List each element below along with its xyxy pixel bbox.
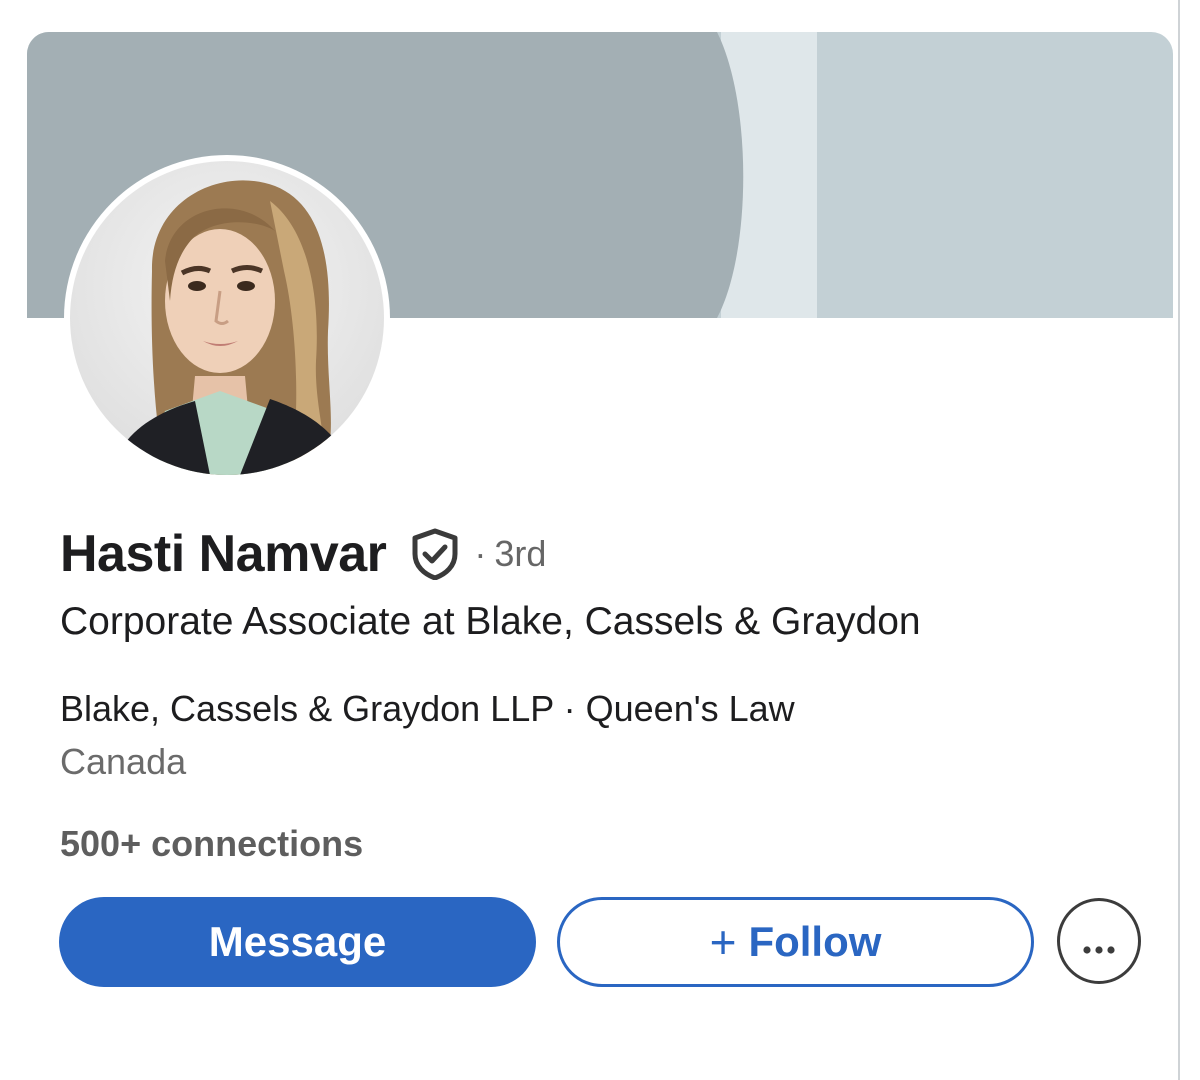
company-school-line: Blake, Cassels & Graydon LLP · Queen's L… [60,688,795,730]
profile-name: Hasti Namvar [60,525,387,583]
message-button-label: Message [208,918,387,965]
school-link[interactable]: Queen's Law [586,688,795,729]
edu-separator: · [563,688,576,729]
ellipsis-icon [1081,917,1117,965]
plus-icon: + [709,916,737,968]
degree-label: 3rd [494,533,547,574]
name-row: Hasti Namvar · 3rd [60,522,546,586]
company-link[interactable]: Blake, Cassels & Graydon LLP [60,688,554,729]
avatar[interactable] [64,155,390,481]
profile-location: Canada [60,741,187,782]
verified-shield-icon[interactable] [410,528,460,581]
profile-card: Hasti Namvar · 3rd Corporate Associate a… [0,0,1200,1080]
follow-button[interactable]: + Follow [557,897,1034,987]
profile-headline: Corporate Associate at Blake, Cassels & … [60,600,921,643]
connection-degree: · 3rd [474,533,546,575]
message-button[interactable]: Message [59,897,536,987]
divider [1178,0,1180,1080]
degree-separator: · [474,533,487,574]
follow-button-label: Follow [748,918,882,965]
more-actions-button[interactable] [1057,898,1141,984]
profile-photo [70,161,384,475]
connections-count[interactable]: 500+ connections [60,823,363,865]
